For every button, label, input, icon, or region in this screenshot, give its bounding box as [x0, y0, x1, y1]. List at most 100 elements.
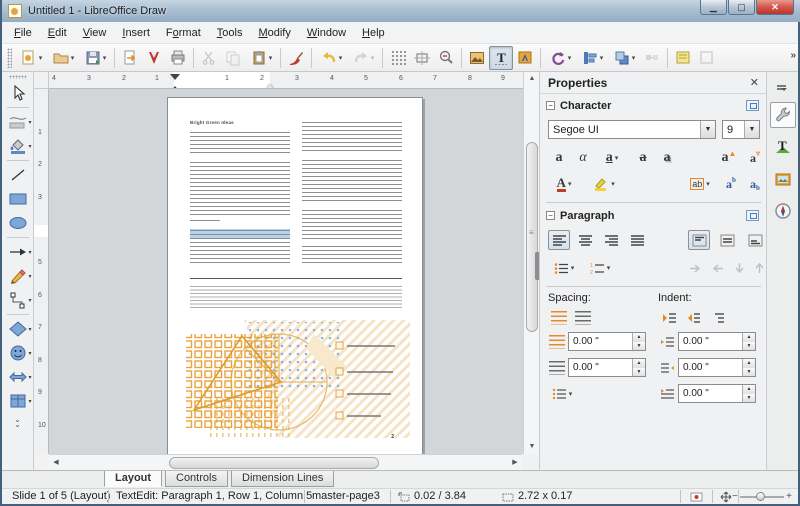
block-arrows-tool[interactable]: ▾: [4, 365, 32, 389]
numbering-button[interactable]: 12▾: [584, 258, 616, 278]
line-style-tool[interactable]: ▾: [4, 110, 32, 134]
font-name-combo[interactable]: Segoe UI▼: [548, 120, 716, 139]
ellipse-tool[interactable]: [4, 211, 32, 235]
horizontal-scrollbar-thumb[interactable]: [169, 457, 379, 469]
export-button[interactable]: [118, 46, 142, 70]
vertical-ruler[interactable]: 1 2 3 5 6 7 8 9 10: [34, 89, 49, 454]
helplines-button[interactable]: [410, 46, 434, 70]
menu-insert[interactable]: Insert: [114, 24, 158, 42]
align-vcenter-button[interactable]: [716, 230, 738, 250]
align-bottom-button[interactable]: [744, 230, 766, 250]
tab-controls[interactable]: Controls: [165, 471, 228, 487]
align-left-button[interactable]: [548, 230, 570, 250]
align-right-button[interactable]: [600, 230, 622, 250]
maximize-button[interactable]: ▢: [728, 0, 755, 15]
flowchart-tool[interactable]: ▾: [4, 389, 32, 413]
paste-button[interactable]: ▾: [245, 46, 277, 70]
indent-firstline-spinner[interactable]: 0.00 " ▲▼: [678, 384, 756, 403]
sidebar-tab-gallery[interactable]: [770, 166, 796, 192]
insert-comment-button[interactable]: [671, 46, 695, 70]
toolbar-grip[interactable]: [7, 48, 12, 68]
hanging-indent-button[interactable]: [706, 308, 728, 328]
menu-edit[interactable]: Edit: [40, 24, 75, 42]
drawing-canvas[interactable]: Bright Green Ideas: [49, 89, 523, 454]
display-grid-button[interactable]: [386, 46, 410, 70]
font-color-button[interactable]: A▾: [548, 174, 580, 194]
menu-format[interactable]: Format: [158, 24, 209, 42]
character-collapse-toggle[interactable]: −: [546, 101, 555, 110]
fit-slide-icon[interactable]: [720, 491, 732, 503]
font-size-dropdown-icon[interactable]: ▼: [744, 121, 759, 138]
close-button[interactable]: ✕: [756, 0, 794, 15]
insert-image-button[interactable]: [465, 46, 489, 70]
menu-modify[interactable]: Modify: [250, 24, 298, 42]
menu-tools[interactable]: Tools: [209, 24, 251, 42]
font-size-combo[interactable]: 9▼: [722, 120, 760, 139]
spin-up-icon[interactable]: ▲: [743, 385, 755, 394]
tab-dimension-lines[interactable]: Dimension Lines: [231, 471, 334, 487]
spin-up-icon[interactable]: ▲: [633, 333, 645, 342]
export-pdf-button[interactable]: [142, 46, 166, 70]
grow-font-button[interactable]: a▲: [718, 148, 740, 168]
open-button[interactable]: ▾: [47, 46, 79, 70]
increase-spacing-button[interactable]: [548, 308, 570, 328]
horizontal-ruler[interactable]: 4 3 2 1 1 2 3 4 5 6 7 8 9 10: [49, 72, 523, 89]
clone-formatting-button[interactable]: [284, 46, 308, 70]
toolbar-overflow-button[interactable]: »: [790, 50, 794, 61]
zoom-slider-knob[interactable]: [756, 492, 765, 501]
basic-shapes-tool[interactable]: ▾: [4, 317, 32, 341]
rotate-button[interactable]: ▾: [544, 46, 576, 70]
bold-button[interactable]: a: [548, 148, 570, 168]
italic-button[interactable]: α: [572, 148, 594, 168]
decrease-spacing-button[interactable]: [572, 308, 594, 328]
fontwork-button[interactable]: [513, 46, 537, 70]
align-objects-button[interactable]: ▾: [576, 46, 608, 70]
panel-close-icon[interactable]: ✕: [750, 76, 759, 89]
highlight-color-button[interactable]: ▾: [588, 174, 620, 194]
zoom-in-icon[interactable]: +: [786, 491, 792, 502]
new-document-button[interactable]: ▾: [15, 46, 47, 70]
line-spacing-button[interactable]: ▾: [546, 384, 578, 404]
align-justify-button[interactable]: [626, 230, 648, 250]
arrange-button[interactable]: ▾: [608, 46, 640, 70]
connector-tool[interactable]: ▾: [4, 288, 32, 312]
drawing-toolbar-grip[interactable]: [9, 75, 27, 79]
line-tool[interactable]: [4, 163, 32, 187]
tab-layout[interactable]: Layout: [104, 471, 162, 487]
select-tool[interactable]: [4, 81, 32, 105]
subscript-button[interactable]: ab: [744, 174, 766, 194]
menu-window[interactable]: Window: [299, 24, 354, 42]
spin-down-icon[interactable]: ▼: [743, 394, 755, 403]
spin-down-icon[interactable]: ▼: [633, 342, 645, 351]
paragraph-more-options-icon[interactable]: [746, 210, 759, 221]
spin-up-icon[interactable]: ▲: [743, 359, 755, 368]
underline-button[interactable]: a▾: [596, 148, 628, 168]
sidebar-tab-styles[interactable]: T: [770, 134, 796, 160]
lines-and-arrows-tool[interactable]: ▾: [4, 240, 32, 264]
menu-view[interactable]: View: [75, 24, 115, 42]
indent-before-spinner[interactable]: 0.00 " ▲▼: [678, 332, 756, 351]
spin-down-icon[interactable]: ▼: [743, 342, 755, 351]
save-button[interactable]: ▾: [79, 46, 111, 70]
spin-up-icon[interactable]: ▲: [633, 359, 645, 368]
paragraph-block-selected[interactable]: [190, 230, 290, 266]
zoom-button[interactable]: [434, 46, 458, 70]
horizontal-scrollbar[interactable]: ◀ ▶: [49, 454, 522, 470]
minimize-button[interactable]: ▁: [700, 0, 727, 15]
indent-after-spinner[interactable]: 0.00 " ▲▼: [678, 358, 756, 377]
strikethrough-button[interactable]: a: [632, 148, 654, 168]
bullets-button[interactable]: ▾: [548, 258, 580, 278]
superscript-button[interactable]: ab: [720, 174, 742, 194]
shadow-button[interactable]: a: [656, 148, 678, 168]
font-name-dropdown-icon[interactable]: ▼: [700, 121, 715, 138]
insert-textbox-button[interactable]: T: [489, 46, 513, 70]
sidebar-tab-navigator[interactable]: [770, 198, 796, 224]
align-top-button[interactable]: [688, 230, 710, 250]
curve-tool[interactable]: ▾: [4, 264, 32, 288]
spacing-above-spinner[interactable]: 0.00 " ▲▼: [568, 332, 646, 351]
symbol-shapes-tool[interactable]: ▾: [4, 341, 32, 365]
spin-down-icon[interactable]: ▼: [633, 368, 645, 377]
sidebar-menu-button[interactable]: [770, 76, 796, 102]
spin-down-icon[interactable]: ▼: [743, 368, 755, 377]
shrink-font-button[interactable]: a▿: [744, 148, 766, 168]
